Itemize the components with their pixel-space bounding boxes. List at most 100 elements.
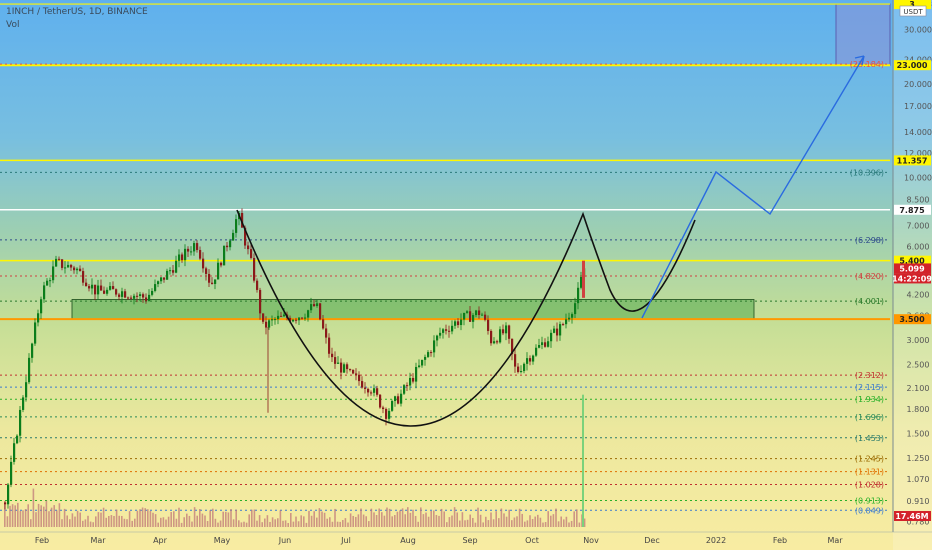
volume-bar — [245, 522, 248, 527]
volume-bar — [282, 520, 284, 527]
price-tick-label: 3.000 — [907, 336, 930, 345]
volume-bar — [266, 515, 269, 527]
volume-bar — [323, 512, 326, 527]
chart-canvas[interactable]: (23.184) (10.396) (6.298) (4.820) (4.001) (2.… — [0, 0, 932, 550]
candle-body — [37, 313, 40, 323]
volume-bar — [279, 510, 282, 527]
volume-bar — [100, 512, 102, 527]
candle-body — [421, 359, 424, 366]
candle-body — [328, 337, 331, 354]
volume-bar — [537, 514, 539, 527]
volume-bar — [474, 522, 477, 527]
volume-bar — [495, 511, 497, 527]
time-tick-label: Jun — [278, 536, 292, 545]
volume-bar — [251, 509, 253, 527]
candle-body — [256, 280, 259, 290]
volume-bar — [555, 508, 557, 527]
volume-bar — [466, 519, 469, 527]
level-label: (1.131) — [855, 468, 884, 477]
volume-bar — [17, 502, 19, 527]
volume-bar — [505, 516, 508, 527]
candle-body — [7, 484, 10, 505]
candle-body — [151, 290, 154, 295]
candle-body — [247, 245, 250, 250]
candle-body — [130, 297, 133, 299]
candle-body — [352, 370, 355, 374]
volume-bar — [539, 517, 542, 527]
volume-bar — [165, 519, 167, 527]
candle-body — [499, 329, 502, 343]
volume-bar — [461, 512, 464, 527]
candle-body — [229, 240, 232, 248]
volume-bar — [56, 510, 58, 527]
candle-body — [568, 317, 571, 320]
candle-body — [424, 356, 427, 360]
price-tick-label: 2.100 — [907, 384, 930, 393]
candle-body — [391, 401, 394, 411]
candle-body — [493, 341, 496, 344]
volume-bar — [287, 522, 289, 527]
volume-bar — [321, 511, 323, 527]
volume-bar — [248, 514, 250, 527]
candle-body — [97, 285, 100, 295]
volume-bar — [193, 507, 196, 527]
candle-body — [439, 332, 442, 336]
volume-bar — [232, 519, 235, 527]
candle-body — [100, 285, 103, 291]
volume-bar — [204, 515, 206, 527]
volume-bar — [357, 514, 360, 527]
volume-bar — [409, 512, 412, 527]
volume-bar — [76, 510, 79, 527]
candle-body — [106, 289, 109, 294]
candle-body — [385, 409, 388, 419]
price-tick-label: 10.000 — [904, 174, 932, 183]
volume-bar — [300, 515, 302, 527]
volume-bar — [209, 510, 211, 527]
candle-body — [49, 280, 52, 282]
candle-body — [388, 410, 391, 419]
volume-bar — [448, 517, 451, 527]
candle-body — [199, 249, 202, 259]
candle-body — [454, 321, 457, 326]
volume-bar — [490, 512, 492, 527]
candle-body — [127, 297, 130, 299]
candle-body — [430, 352, 433, 354]
trading-chart[interactable]: (23.184) (10.396) (6.298) (4.820) (4.001) (2.… — [0, 0, 932, 550]
volume-bar — [92, 522, 94, 527]
candle-body — [19, 409, 22, 436]
time-tick-label: Oct — [525, 536, 539, 545]
candle-body — [283, 314, 286, 317]
time-tick-label: Aug — [400, 536, 416, 545]
volume-bar — [69, 519, 71, 527]
candle-body — [67, 264, 70, 268]
volume-bar — [87, 515, 89, 527]
volume-bar — [583, 518, 586, 527]
candle-body — [250, 249, 253, 258]
candle-body — [103, 290, 106, 294]
volume-bar — [446, 522, 448, 527]
level-label: (1.028) — [855, 480, 884, 489]
volume-bar — [180, 522, 183, 527]
volume-bar — [167, 516, 170, 527]
candle-body — [196, 243, 199, 250]
candle-body — [571, 314, 574, 318]
candle-body — [148, 294, 151, 301]
volume-bar — [305, 522, 308, 527]
volume-bar — [6, 516, 9, 527]
candle-body — [334, 357, 337, 364]
volume-bar — [422, 514, 425, 527]
candle-body — [187, 248, 190, 252]
volume-bar — [123, 518, 126, 527]
time-tick-label: Feb — [35, 536, 49, 545]
candle-body — [160, 277, 163, 282]
candle-body — [55, 258, 58, 267]
price-badge-label: 7.875 — [899, 206, 925, 215]
volume-bar — [144, 508, 146, 527]
volume-bar — [63, 508, 66, 527]
candle-body — [13, 443, 16, 462]
volume-bar — [43, 506, 45, 527]
candle-body — [457, 321, 460, 326]
candle-body — [472, 315, 475, 322]
candle-body — [58, 258, 61, 260]
volume-bar — [253, 509, 256, 527]
